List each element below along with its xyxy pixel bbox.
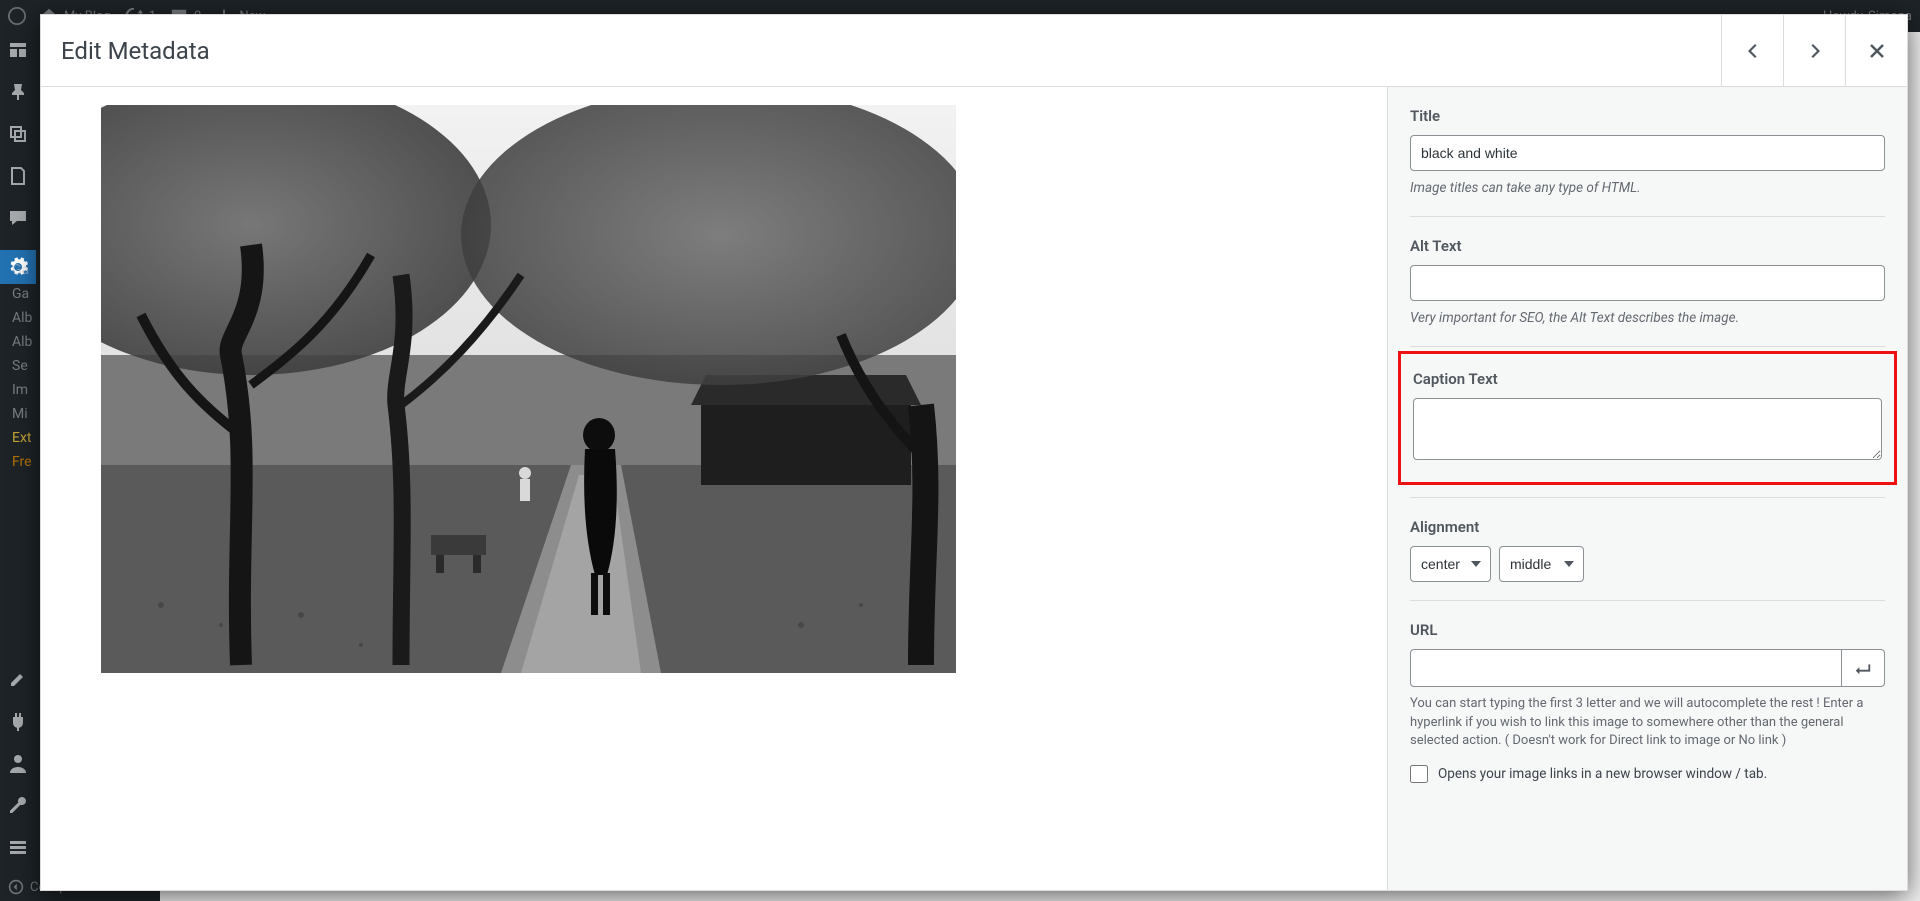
- settings2-icon[interactable]: [8, 837, 28, 861]
- field-caption: Caption Text: [1413, 370, 1882, 464]
- modal-title: Edit Metadata: [61, 37, 210, 65]
- url-help: You can start typing the first 3 letter …: [1410, 695, 1885, 752]
- divider: [1410, 497, 1885, 498]
- field-url: URL You can start typing the first 3 let…: [1410, 621, 1885, 784]
- caption-highlight: Caption Text: [1398, 351, 1897, 485]
- modal-header: Edit Metadata: [41, 15, 1907, 87]
- pin-icon[interactable]: [8, 82, 28, 106]
- field-alt: Alt Text Very important for SEO, the Alt…: [1410, 237, 1885, 328]
- edit-metadata-modal: Edit Metadata: [40, 14, 1908, 891]
- dashboard-icon[interactable]: [8, 40, 28, 64]
- field-title: Title Image titles can take any type of …: [1410, 107, 1885, 198]
- divider: [1410, 346, 1885, 347]
- metadata-form: Title Image titles can take any type of …: [1387, 87, 1907, 890]
- url-submit-button[interactable]: [1841, 649, 1885, 687]
- field-alignment: Alignment leftcenterright topmiddlebotto…: [1410, 518, 1885, 582]
- alignment-label: Alignment: [1410, 518, 1885, 536]
- enter-icon: [1854, 659, 1872, 677]
- caption-textarea[interactable]: [1413, 398, 1882, 460]
- url-input[interactable]: [1410, 649, 1841, 687]
- media-icon[interactable]: [8, 124, 28, 148]
- divider: [1410, 216, 1885, 217]
- comments-icon[interactable]: [8, 208, 28, 232]
- wp-logo-icon[interactable]: [8, 7, 26, 25]
- pages-icon[interactable]: [8, 166, 28, 190]
- next-button[interactable]: [1783, 15, 1845, 86]
- alignment-h-select[interactable]: leftcenterright: [1410, 546, 1491, 582]
- url-label: URL: [1410, 621, 1885, 639]
- url-newtab-row[interactable]: Opens your image links in a new browser …: [1410, 765, 1885, 783]
- tools-icon[interactable]: [8, 795, 28, 819]
- image-preview: [101, 105, 956, 673]
- divider: [1410, 600, 1885, 601]
- url-newtab-label: Opens your image links in a new browser …: [1438, 766, 1767, 782]
- url-newtab-checkbox[interactable]: [1410, 765, 1428, 783]
- caption-label: Caption Text: [1413, 370, 1882, 388]
- title-label: Title: [1410, 107, 1885, 125]
- alt-help: Very important for SEO, the Alt Text des…: [1410, 309, 1885, 328]
- plugins-icon[interactable]: [8, 711, 28, 735]
- title-input[interactable]: [1410, 135, 1885, 171]
- title-help: Image titles can take any type of HTML.: [1410, 179, 1885, 198]
- prev-button[interactable]: [1721, 15, 1783, 86]
- alt-input[interactable]: [1410, 265, 1885, 301]
- alt-label: Alt Text: [1410, 237, 1885, 255]
- chevron-left-icon: [1743, 41, 1763, 61]
- users-icon[interactable]: [8, 753, 28, 777]
- alignment-v-select[interactable]: topmiddlebottom: [1499, 546, 1584, 582]
- image-preview-pane: [41, 87, 1387, 890]
- close-icon: [1867, 41, 1887, 61]
- chevron-right-icon: [1805, 41, 1825, 61]
- close-button[interactable]: [1845, 15, 1907, 86]
- appearance-icon[interactable]: [8, 669, 28, 693]
